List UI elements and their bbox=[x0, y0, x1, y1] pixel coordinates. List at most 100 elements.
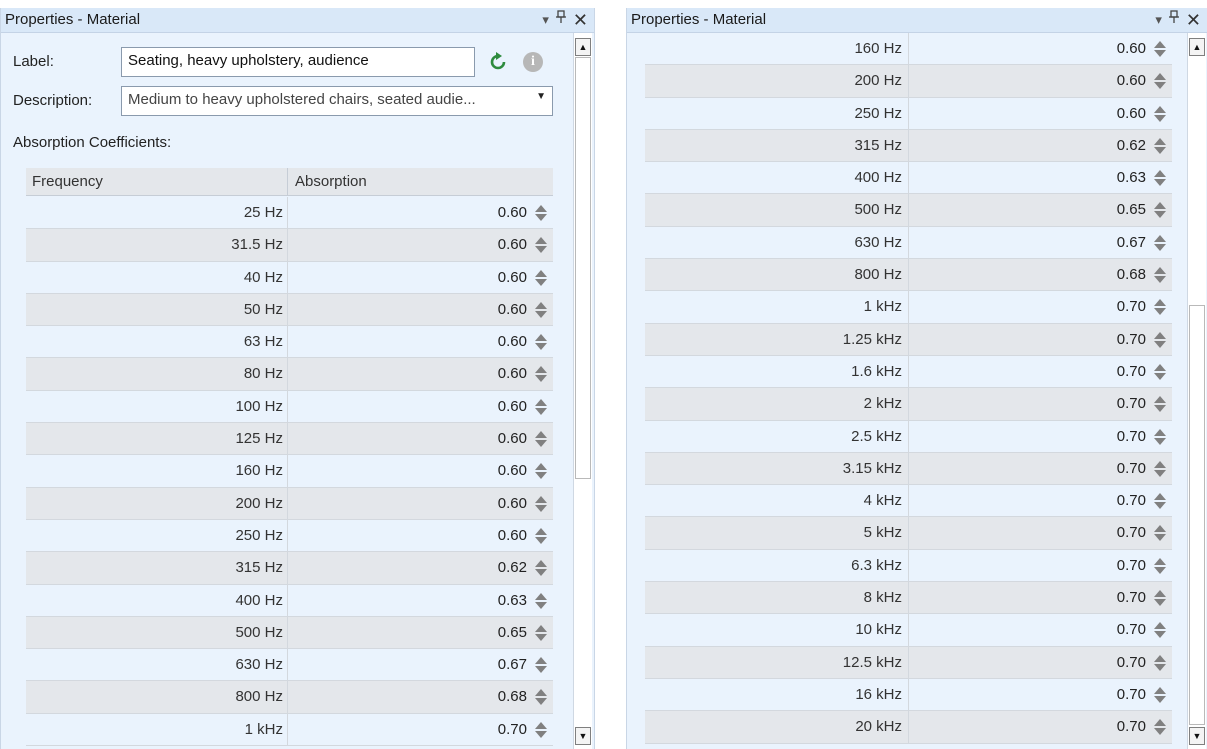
table-row[interactable]: 125 Hz 0.60 bbox=[26, 423, 553, 456]
table-row[interactable]: 12.5 kHz 0.70 bbox=[645, 646, 1172, 679]
absorption-value-input[interactable]: 0.60 bbox=[498, 520, 527, 551]
chevron-down-icon[interactable]: ▼ bbox=[536, 91, 546, 102]
spinner-icon[interactable] bbox=[534, 591, 548, 611]
scroll-up-icon[interactable]: ▲ bbox=[1189, 38, 1205, 56]
spinner-icon[interactable] bbox=[1153, 104, 1167, 124]
absorption-value-input[interactable]: 0.60 bbox=[498, 262, 527, 293]
chevron-down-icon[interactable]: ▾ bbox=[1155, 11, 1162, 29]
table-row[interactable]: 160 Hz 0.60 bbox=[645, 33, 1172, 66]
absorption-value-input[interactable]: 0.70 bbox=[1117, 582, 1146, 613]
absorption-value-input[interactable]: 0.63 bbox=[1117, 162, 1146, 193]
scroll-thumb[interactable] bbox=[575, 57, 591, 479]
table-row[interactable]: 1.6 kHz 0.70 bbox=[645, 355, 1172, 389]
absorption-value-input[interactable]: 0.67 bbox=[1117, 227, 1146, 258]
spinner-icon[interactable] bbox=[1153, 556, 1167, 576]
spinner-icon[interactable] bbox=[534, 720, 548, 740]
pin-icon[interactable] bbox=[555, 10, 567, 29]
table-row[interactable]: 400 Hz 0.63 bbox=[645, 162, 1172, 195]
spinner-icon[interactable] bbox=[1153, 620, 1167, 640]
spinner-icon[interactable] bbox=[534, 655, 548, 675]
absorption-value-input[interactable]: 0.65 bbox=[1117, 194, 1146, 225]
table-row[interactable]: 315 Hz 0.62 bbox=[645, 129, 1172, 163]
table-row[interactable]: 250 Hz 0.60 bbox=[26, 519, 553, 553]
table-row[interactable]: 16 kHz 0.70 bbox=[645, 678, 1172, 712]
table-row[interactable]: 1 kHz 0.70 bbox=[645, 291, 1172, 324]
absorption-value-input[interactable]: 0.63 bbox=[498, 585, 527, 616]
absorption-value-input[interactable]: 0.70 bbox=[1117, 517, 1146, 548]
chevron-down-icon[interactable]: ▾ bbox=[542, 11, 549, 29]
absorption-value-input[interactable]: 0.70 bbox=[1117, 614, 1146, 645]
table-row[interactable]: 6.3 kHz 0.70 bbox=[645, 549, 1172, 583]
absorption-value-input[interactable]: 0.70 bbox=[498, 714, 527, 745]
column-divider[interactable] bbox=[287, 168, 288, 195]
table-row[interactable]: 5 kHz 0.70 bbox=[645, 517, 1172, 550]
spinner-icon[interactable] bbox=[1153, 459, 1167, 479]
absorption-value-input[interactable]: 0.70 bbox=[1117, 647, 1146, 678]
absorption-value-input[interactable]: 0.60 bbox=[498, 423, 527, 454]
vertical-scrollbar[interactable]: ▲ ▼ bbox=[573, 33, 592, 749]
spinner-icon[interactable] bbox=[1153, 265, 1167, 285]
spinner-icon[interactable] bbox=[1153, 39, 1167, 59]
spinner-icon[interactable] bbox=[534, 526, 548, 546]
absorption-value-input[interactable]: 0.70 bbox=[1117, 324, 1146, 355]
absorption-value-input[interactable]: 0.68 bbox=[1117, 259, 1146, 290]
column-header-frequency[interactable]: Frequency bbox=[32, 173, 103, 190]
absorption-value-input[interactable]: 0.70 bbox=[1117, 388, 1146, 419]
spinner-icon[interactable] bbox=[1153, 394, 1167, 414]
absorption-value-input[interactable]: 0.60 bbox=[498, 229, 527, 260]
absorption-value-input[interactable]: 0.70 bbox=[1117, 711, 1146, 742]
table-row[interactable]: 2.5 kHz 0.70 bbox=[645, 420, 1172, 453]
absorption-value-input[interactable]: 0.70 bbox=[1117, 453, 1146, 484]
absorption-value-input[interactable]: 0.62 bbox=[498, 552, 527, 583]
spinner-icon[interactable] bbox=[534, 397, 548, 417]
spinner-icon[interactable] bbox=[534, 268, 548, 288]
close-icon[interactable]: ✕ bbox=[1186, 11, 1201, 29]
spinner-icon[interactable] bbox=[534, 623, 548, 643]
close-icon[interactable]: ✕ bbox=[573, 11, 588, 29]
table-row[interactable]: 250 Hz 0.60 bbox=[645, 97, 1172, 130]
spinner-icon[interactable] bbox=[534, 461, 548, 481]
spinner-icon[interactable] bbox=[534, 300, 548, 320]
spinner-icon[interactable] bbox=[1153, 685, 1167, 705]
spinner-icon[interactable] bbox=[534, 494, 548, 514]
spinner-icon[interactable] bbox=[1153, 491, 1167, 511]
spinner-icon[interactable] bbox=[1153, 168, 1167, 188]
reset-icon[interactable] bbox=[487, 51, 509, 73]
spinner-icon[interactable] bbox=[534, 203, 548, 223]
absorption-value-input[interactable]: 0.60 bbox=[498, 488, 527, 519]
absorption-value-input[interactable]: 0.60 bbox=[498, 294, 527, 325]
table-row[interactable]: 400 Hz 0.63 bbox=[26, 584, 553, 617]
absorption-value-input[interactable]: 0.60 bbox=[1117, 98, 1146, 129]
scroll-thumb[interactable] bbox=[1189, 305, 1205, 725]
spinner-icon[interactable] bbox=[1153, 588, 1167, 608]
table-row[interactable]: 500 Hz 0.65 bbox=[26, 616, 553, 650]
table-row[interactable]: 2 kHz 0.70 bbox=[645, 388, 1172, 421]
table-row[interactable]: 200 Hz 0.60 bbox=[645, 65, 1172, 98]
absorption-value-input[interactable]: 0.70 bbox=[1117, 679, 1146, 710]
description-combobox[interactable]: Medium to heavy upholstered chairs, seat… bbox=[121, 86, 553, 116]
vertical-scrollbar[interactable]: ▲ ▼ bbox=[1187, 33, 1206, 749]
table-row[interactable]: 630 Hz 0.67 bbox=[645, 226, 1172, 260]
table-row[interactable]: 50 Hz 0.60 bbox=[26, 293, 553, 327]
table-row[interactable]: 63 Hz 0.60 bbox=[26, 326, 553, 359]
spinner-icon[interactable] bbox=[1153, 717, 1167, 737]
table-row[interactable]: 8 kHz 0.70 bbox=[645, 582, 1172, 615]
spinner-icon[interactable] bbox=[1153, 71, 1167, 91]
scroll-down-icon[interactable]: ▼ bbox=[1189, 727, 1205, 745]
absorption-value-input[interactable]: 0.60 bbox=[498, 326, 527, 357]
spinner-icon[interactable] bbox=[534, 687, 548, 707]
absorption-value-input[interactable]: 0.60 bbox=[498, 455, 527, 486]
spinner-icon[interactable] bbox=[534, 235, 548, 255]
table-row[interactable]: 20 kHz 0.70 bbox=[645, 711, 1172, 744]
spinner-icon[interactable] bbox=[1153, 362, 1167, 382]
absorption-value-input[interactable]: 0.60 bbox=[498, 197, 527, 228]
absorption-value-input[interactable]: 0.70 bbox=[1117, 291, 1146, 322]
spinner-icon[interactable] bbox=[534, 332, 548, 352]
table-row[interactable]: 3.15 kHz 0.70 bbox=[645, 452, 1172, 486]
absorption-value-input[interactable]: 0.60 bbox=[498, 391, 527, 422]
column-header-absorption[interactable]: Absorption bbox=[295, 173, 367, 190]
table-row[interactable]: 40 Hz 0.60 bbox=[26, 261, 553, 294]
absorption-value-input[interactable]: 0.60 bbox=[498, 358, 527, 389]
table-row[interactable]: 25 Hz 0.60 bbox=[26, 197, 553, 230]
table-row[interactable]: 1.25 kHz 0.70 bbox=[645, 323, 1172, 356]
